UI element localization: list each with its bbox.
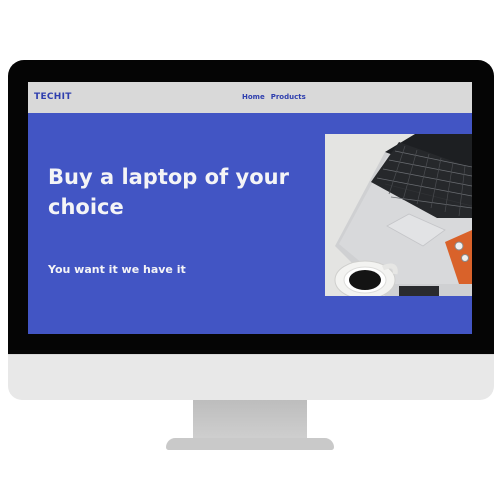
hero-subheadline: You want it we have it — [48, 263, 186, 276]
laptop-photo-svg — [325, 134, 472, 296]
monitor-stand-foot — [166, 438, 334, 450]
navbar: TECHIT Home Products — [28, 82, 472, 113]
hero-headline: Buy a laptop of your choice — [48, 165, 289, 219]
nav-links: Home Products — [242, 93, 306, 101]
nav-link-products[interactable]: Products — [271, 93, 306, 101]
hero-text: Buy a laptop of your choice — [48, 162, 318, 222]
monitor-stand-neck — [193, 400, 307, 440]
monitor-mockup: TECHIT Home Products Buy a laptop of you… — [0, 0, 500, 500]
monitor-chin — [8, 354, 494, 400]
website-screen: TECHIT Home Products Buy a laptop of you… — [28, 82, 472, 334]
site-logo[interactable]: TECHIT — [34, 92, 72, 102]
nav-link-home[interactable]: Home — [242, 93, 265, 101]
laptop-photo-icon — [325, 134, 472, 296]
